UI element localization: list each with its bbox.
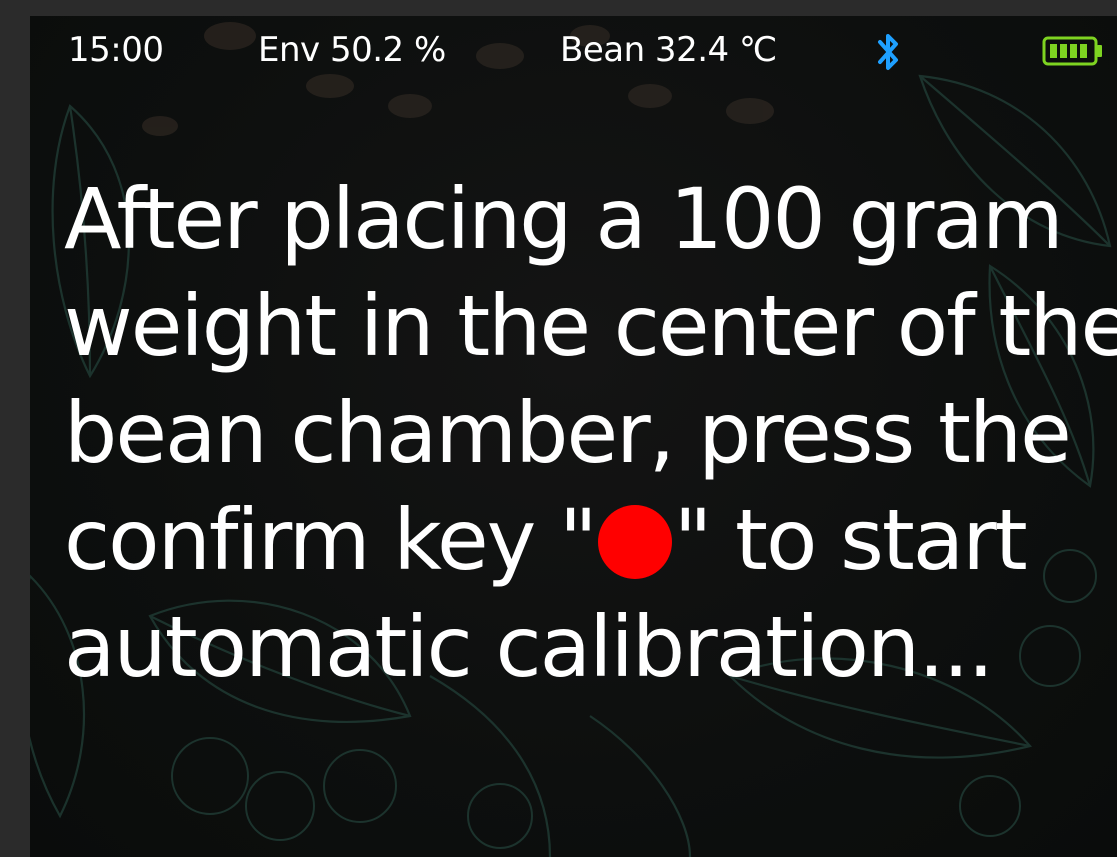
clock: 15:00 <box>68 30 164 70</box>
bluetooth-icon <box>878 34 898 70</box>
device-frame: 15:00 Env 50.2 % Bean 32.4 ℃ After placi… <box>0 0 1117 857</box>
instruction-line-4-before: confirm key " <box>64 491 598 589</box>
environment-humidity: Env 50.2 % <box>258 30 446 70</box>
status-bar: 15:00 Env 50.2 % Bean 32.4 ℃ <box>30 16 1117 86</box>
instruction-line-1: After placing a 100 gram <box>64 170 1064 268</box>
bean-temperature: Bean 32.4 ℃ <box>560 30 777 70</box>
calibration-screen: 15:00 Env 50.2 % Bean 32.4 ℃ After placi… <box>30 16 1117 857</box>
instruction-line-3: bean chamber, press the <box>64 384 1072 482</box>
red-dot-icon <box>597 505 672 579</box>
instruction-line-5: automatic calibration... <box>64 598 994 696</box>
instruction-line-4: confirm key " " to start <box>64 487 1117 594</box>
instruction-line-2: weight in the center of the <box>64 277 1117 375</box>
instruction-line-4-after: " to start <box>673 491 1028 589</box>
calibration-instructions: After placing a 100 gram weight in the c… <box>64 166 1117 701</box>
battery-full-icon <box>1042 36 1102 66</box>
